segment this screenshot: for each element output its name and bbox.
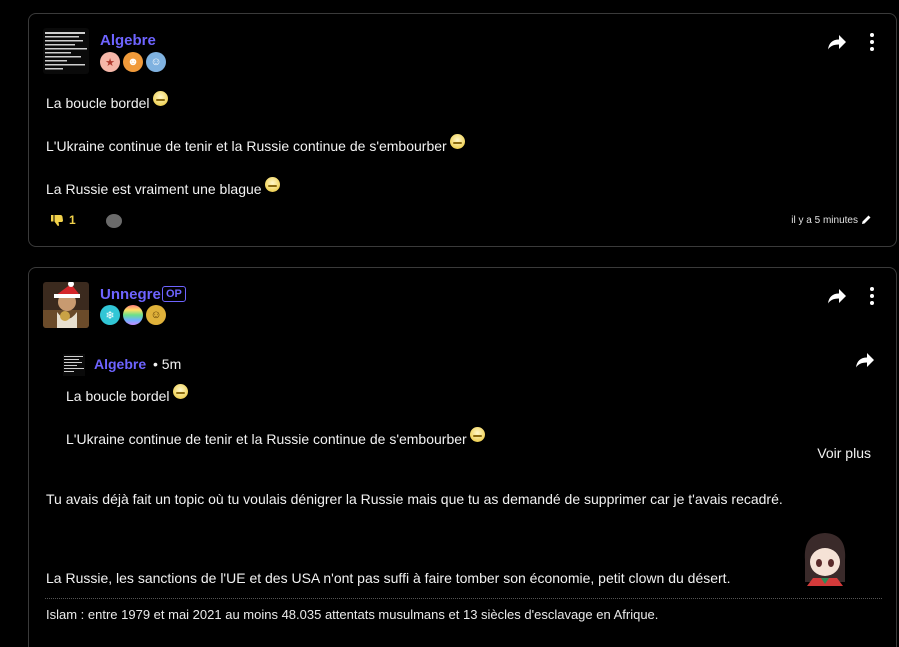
thumbs-down-icon[interactable]	[50, 213, 64, 227]
avatar[interactable]	[43, 282, 89, 328]
portrait-badge-icon: ☺	[146, 52, 166, 72]
avatar-image	[43, 28, 89, 74]
avatar-image	[63, 354, 85, 376]
anime-sticker-icon	[804, 533, 846, 586]
star-badge-icon: ★	[100, 52, 120, 72]
post-line: La Russie est vraiment une blague	[46, 177, 280, 197]
quote-avatar[interactable]	[63, 354, 85, 376]
post-card: Unnegre OP ❄ ☺ Algebre • 5m La boucle bo…	[28, 267, 897, 647]
user-badges: ❄ ☺	[100, 305, 166, 325]
rainbow-badge-icon	[123, 305, 143, 325]
character-badge-icon: ☻	[123, 52, 143, 72]
vote-count: 1	[69, 213, 76, 227]
signature-separator	[45, 598, 882, 599]
post-line: L'Ukraine continue de tenir et la Russie…	[46, 134, 465, 154]
author-name[interactable]: Algebre	[100, 32, 156, 49]
post-line: Tu avais déjà fait un topic où tu voulai…	[46, 491, 783, 507]
voir-plus-link[interactable]: Voir plus	[817, 445, 871, 461]
smiley-emoji-icon	[152, 91, 168, 106]
user-badges: ★ ☻ ☺	[100, 52, 166, 72]
kebab-menu-icon[interactable]	[869, 287, 875, 305]
snowflake-badge-icon: ❄	[100, 305, 120, 325]
quote-author[interactable]: Algebre	[94, 356, 146, 372]
author-name[interactable]: Unnegre	[100, 286, 161, 303]
post-line: La boucle bordel	[46, 91, 168, 111]
avatar[interactable]	[43, 28, 89, 74]
kebab-menu-icon[interactable]	[869, 33, 875, 51]
post-line: La Russie, les sanctions de l'UE et des …	[46, 570, 731, 586]
timestamp: il y a 5 minutes	[791, 215, 858, 226]
avatar-image	[43, 282, 89, 328]
pencil-icon[interactable]	[861, 214, 872, 225]
quote-line: La boucle bordel	[66, 384, 188, 404]
smiley-emoji-icon	[469, 427, 485, 442]
smiley-emoji-icon	[449, 134, 465, 149]
share-arrow-icon[interactable]	[827, 34, 847, 50]
signature: Islam : entre 1979 et mai 2021 au moins …	[46, 607, 659, 622]
share-arrow-icon[interactable]	[827, 288, 847, 304]
smiley-emoji-icon	[264, 177, 280, 192]
smiley-emoji-icon	[172, 384, 188, 399]
op-badge: OP	[162, 286, 186, 302]
share-arrow-icon[interactable]	[855, 352, 875, 368]
reaction-button[interactable]	[106, 214, 122, 228]
quote-line: L'Ukraine continue de tenir et la Russie…	[66, 427, 485, 447]
face-badge-icon: ☺	[146, 305, 166, 325]
quote-time: • 5m	[153, 356, 182, 372]
post-card: Algebre ★ ☻ ☺ La boucle bordel L'Ukraine…	[28, 13, 897, 247]
